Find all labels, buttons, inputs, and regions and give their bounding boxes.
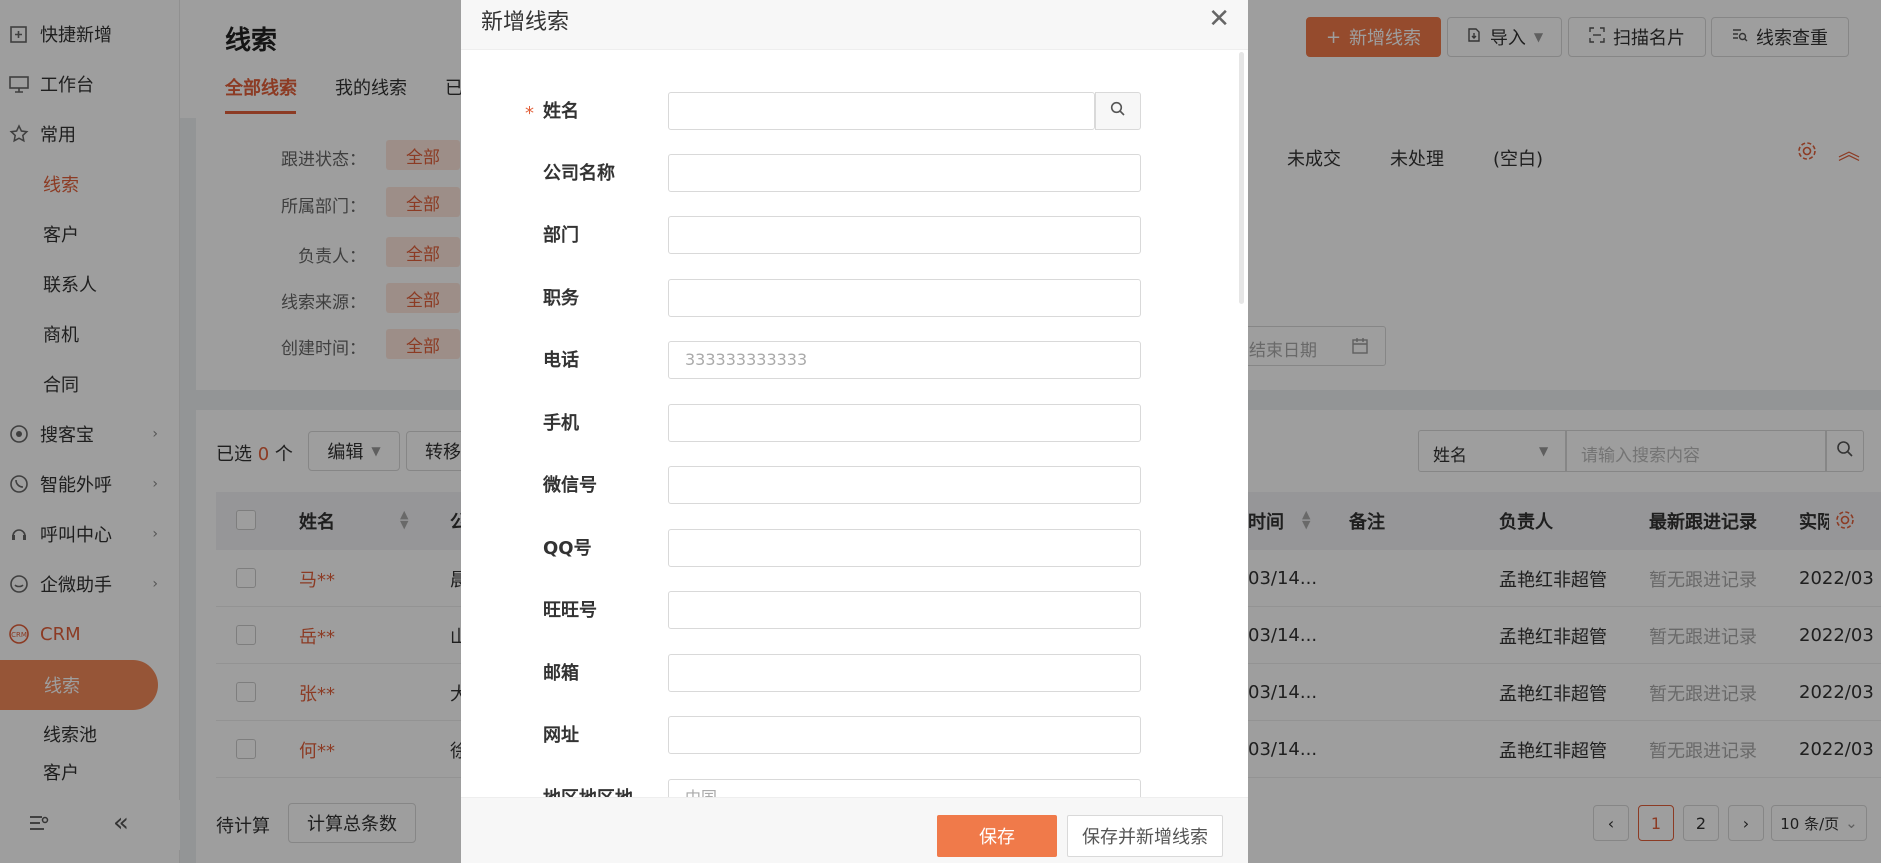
modal-title: 新增线索 xyxy=(481,10,570,35)
field-company: 公司名称 xyxy=(461,154,1248,194)
field-qq: QQ号 xyxy=(461,529,1248,569)
field-mobile: 手机 xyxy=(461,404,1248,444)
field-wangwang: 旺旺号 xyxy=(461,591,1248,631)
wechat-input[interactable] xyxy=(668,466,1141,504)
field-region: 地区地区地 中国 xyxy=(461,779,1248,797)
website-input[interactable] xyxy=(668,716,1141,754)
save-button[interactable]: 保存 xyxy=(937,815,1057,857)
field-wechat: 微信号 xyxy=(461,466,1248,506)
field-department: 部门 xyxy=(461,216,1248,256)
field-phone: 电话 333333333333 xyxy=(461,341,1248,381)
wangwang-input[interactable] xyxy=(668,591,1141,629)
field-name: * 姓名 xyxy=(461,92,1248,132)
name-input[interactable] xyxy=(668,92,1095,130)
modal-footer: 保存 保存并新增线索 xyxy=(461,797,1248,863)
required-mark: * xyxy=(525,103,534,124)
department-input[interactable] xyxy=(668,216,1141,254)
close-icon[interactable]: ✕ xyxy=(1208,4,1230,34)
mobile-input[interactable] xyxy=(668,404,1141,442)
email-input[interactable] xyxy=(668,654,1141,692)
search-icon xyxy=(1110,101,1126,122)
save-and-new-button[interactable]: 保存并新增线索 xyxy=(1067,815,1223,857)
field-position: 职务 xyxy=(461,279,1248,319)
position-input[interactable] xyxy=(668,279,1141,317)
region-select[interactable]: 中国 xyxy=(668,779,1141,797)
modal-header: 新增线索 ✕ xyxy=(461,0,1248,50)
add-lead-modal: 新增线索 ✕ * 姓名 公司名称 部门 职务 电话 333333333333 手… xyxy=(461,0,1248,863)
field-website: 网址 xyxy=(461,716,1248,756)
field-email: 邮箱 xyxy=(461,654,1248,694)
qq-input[interactable] xyxy=(668,529,1141,567)
company-input[interactable] xyxy=(668,154,1141,192)
name-search-button[interactable] xyxy=(1095,92,1141,130)
phone-input[interactable]: 333333333333 xyxy=(668,341,1141,379)
